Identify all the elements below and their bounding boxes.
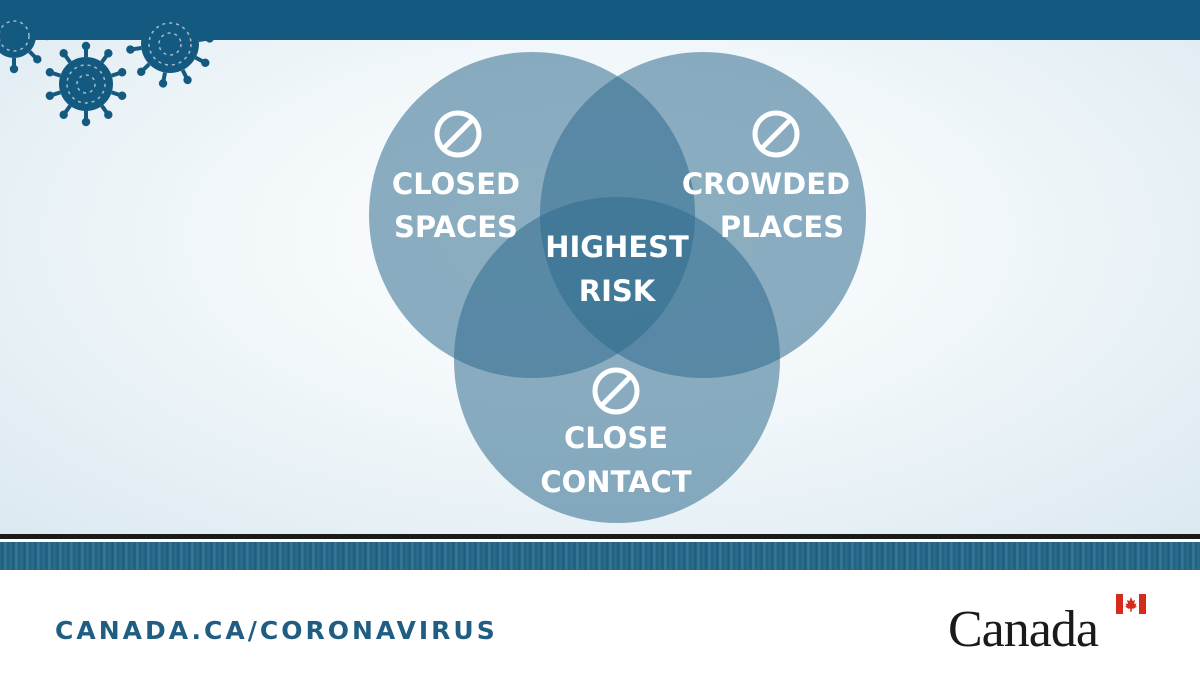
close-contact-label-line2: CONTACT	[540, 465, 691, 499]
closed-spaces-label-line2: SPACES	[394, 210, 518, 244]
highest-risk-label-line1: HIGHEST	[545, 230, 689, 264]
footer-texture-bar	[0, 542, 1200, 570]
close-contact-label-line1: CLOSE	[564, 421, 668, 455]
crowded-places-label-line2: PLACES	[720, 210, 844, 244]
website-url[interactable]: CANADA.CA/CORONAVIRUS	[55, 616, 498, 645]
canada-wordmark: Canada	[948, 588, 1148, 658]
canada-wordmark-text: Canada	[948, 601, 1099, 658]
footer: CANADA.CA/CORONAVIRUS Canada	[0, 570, 1200, 675]
closed-spaces-label-line1: CLOSED	[392, 167, 520, 201]
canada-flag-icon	[1116, 594, 1146, 614]
highest-risk-label-line2: RISK	[579, 274, 657, 308]
crowded-places-label-line1: CROWDED	[682, 167, 850, 201]
